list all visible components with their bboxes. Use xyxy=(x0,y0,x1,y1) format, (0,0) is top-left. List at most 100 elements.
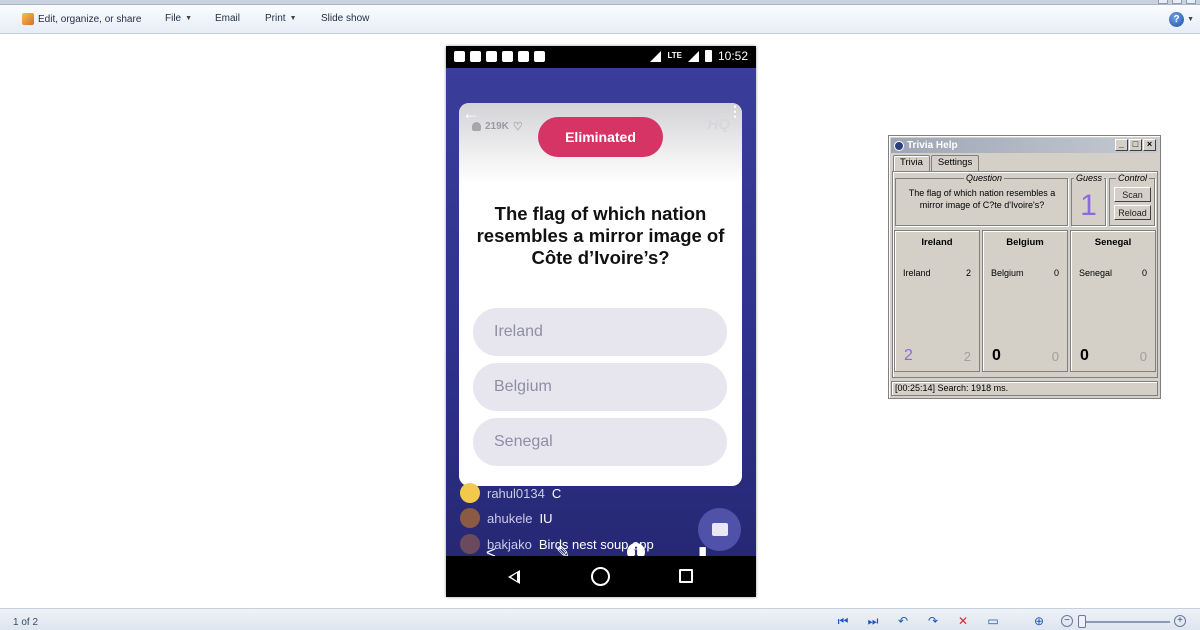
nav-back-icon[interactable] xyxy=(508,570,520,584)
android-nav-bar xyxy=(446,556,756,597)
cell-signal-icon xyxy=(687,50,699,62)
facebook-icon xyxy=(486,51,497,62)
email-label: Email xyxy=(215,13,241,24)
zoom-slider-thumb[interactable] xyxy=(1078,615,1086,628)
chat-username: ahukele xyxy=(487,510,533,526)
chat-message: ahukele IU xyxy=(460,508,553,528)
android-icon xyxy=(534,51,545,62)
hit-count: 2 xyxy=(965,268,971,278)
system-status: LTE 10:52 xyxy=(650,49,748,63)
person-icon xyxy=(472,122,481,131)
hit-count: 0 xyxy=(1053,268,1059,278)
print-label: Print xyxy=(265,13,286,24)
email-button[interactable]: Email xyxy=(215,13,240,24)
caret-down-icon: ▼ xyxy=(185,15,193,22)
answer-hit-line: Ireland 2 xyxy=(903,268,971,278)
guess-group-label: Guess xyxy=(1074,173,1105,183)
rotate-left-icon[interactable]: ↶ xyxy=(896,614,910,628)
question-group-label: Question xyxy=(964,173,1005,183)
answer-subscore: 0 xyxy=(1051,349,1059,364)
question-card: ← ⋮ 219K ♡ HQ Eliminated The flag of whi… xyxy=(459,103,742,486)
eliminated-badge: Eliminated xyxy=(538,117,663,157)
minimize-button[interactable]: _ xyxy=(1115,139,1128,151)
nav-home-icon[interactable] xyxy=(591,567,610,586)
avatar xyxy=(460,508,480,528)
reload-button[interactable]: Reload xyxy=(1114,205,1151,220)
trivia-tab-panel: Question The flag of which nation resemb… xyxy=(892,171,1158,378)
answer-subscore: 0 xyxy=(1139,349,1147,364)
tab-trivia[interactable]: Trivia xyxy=(893,155,930,171)
phone-screenshot: LTE 10:52 ← ⋮ 219K ♡ HQ Eliminated The f… xyxy=(446,46,756,597)
zoom-slider-track[interactable] xyxy=(1078,621,1170,623)
answer-option[interactable]: Ireland xyxy=(473,308,727,356)
maximize-icon[interactable] xyxy=(1172,0,1182,4)
rotate-right-icon[interactable]: ↷ xyxy=(926,614,940,628)
answer-column: Senegal Senegal 0 0 0 xyxy=(1070,230,1156,372)
minimize-icon[interactable] xyxy=(1158,0,1168,4)
viewer-count-value: 219K xyxy=(485,121,509,132)
battery-icon xyxy=(704,50,712,62)
network-type: LTE xyxy=(667,51,682,60)
guess-value: 1 xyxy=(1080,189,1097,222)
tab-settings[interactable]: Settings xyxy=(930,155,980,171)
print-menu[interactable]: Print ▼ xyxy=(265,13,297,24)
zoom-out-icon[interactable]: − xyxy=(1061,615,1073,627)
hit-label: Senegal xyxy=(1079,268,1113,278)
photo-gallery-toolbar: Edit, organize, or share File ▼ Email Pr… xyxy=(0,5,1200,34)
delete-icon[interactable]: ✕ xyxy=(956,614,970,628)
hq-logo: HQ xyxy=(707,116,731,133)
file-menu-label: File xyxy=(165,13,182,24)
answer-option[interactable]: Belgium xyxy=(473,363,727,411)
close-icon[interactable] xyxy=(1186,0,1196,4)
window-titlebar[interactable]: Trivia Help _ □ × xyxy=(891,138,1158,153)
zoom-in-icon[interactable]: + xyxy=(1174,615,1186,627)
edit-organize-share-menu[interactable]: Edit, organize, or share xyxy=(22,13,141,25)
more-options-icon[interactable]: ⋮ xyxy=(728,103,742,120)
answer-option[interactable]: Senegal xyxy=(473,418,727,466)
photo-gallery-icon xyxy=(22,13,34,25)
avatar xyxy=(460,483,480,503)
answer-hit-line: Senegal 0 xyxy=(1079,268,1147,278)
message-icon xyxy=(454,51,465,62)
chat-text: C xyxy=(551,485,562,501)
help-caret-icon[interactable]: ▼ xyxy=(1187,16,1194,23)
next-icon[interactable]: ⏭ xyxy=(866,614,880,628)
slide-show-label: Slide show xyxy=(321,13,370,24)
slideshow-icon[interactable]: ▭ xyxy=(986,614,1000,628)
answer-subscore: 2 xyxy=(963,349,971,364)
chat-message: rahul0134 C xyxy=(460,483,561,503)
scan-button[interactable]: Scan xyxy=(1114,187,1151,202)
answer-score: 2 xyxy=(904,347,913,364)
nav-recents-icon[interactable] xyxy=(679,569,693,583)
previous-icon[interactable]: ⏮ xyxy=(836,614,850,628)
avatar xyxy=(460,534,480,554)
guess-group: Guess 1 xyxy=(1071,173,1106,226)
chat-bubble-icon xyxy=(711,523,728,536)
hit-label: Ireland xyxy=(903,268,931,278)
question-group: Question The flag of which nation resemb… xyxy=(895,173,1068,226)
gallery-bottom-bar: 1 of 2 ⏮ ⏭ ↶ ↷ ✕ ▭ ⊕ − + xyxy=(0,608,1200,630)
fit-size-icon[interactable]: ⊕ xyxy=(1032,614,1046,628)
answer-score: 0 xyxy=(992,347,1001,364)
trivia-help-window: Trivia Help _ □ × Trivia Settings Questi… xyxy=(888,135,1161,399)
answer-column: Belgium Belgium 0 0 0 xyxy=(982,230,1068,372)
android-status-bar: LTE 10:52 xyxy=(446,46,756,68)
close-button[interactable]: × xyxy=(1143,139,1156,151)
control-group: Control Scan Reload xyxy=(1109,173,1155,226)
heart-icon[interactable]: ♡ xyxy=(513,120,523,133)
app-icon xyxy=(894,140,904,151)
chat-icon xyxy=(470,51,481,62)
maximize-button[interactable]: □ xyxy=(1129,139,1142,151)
answer-header: Senegal xyxy=(1094,237,1132,248)
status-bar: [00:25:14] Search: 1918 ms. xyxy=(891,381,1158,396)
answer-hit-line: Belgium 0 xyxy=(991,268,1059,278)
tab-strip: Trivia Settings xyxy=(893,155,980,171)
answer-score: 0 xyxy=(1080,347,1089,364)
question-text: The flag of which nation resembles a mir… xyxy=(476,203,725,268)
answer-header: Ireland xyxy=(921,237,953,248)
file-menu[interactable]: File ▼ xyxy=(165,13,192,24)
slide-show-button[interactable]: Slide show xyxy=(321,13,369,24)
viewer-count: 219K ♡ xyxy=(472,120,523,133)
hit-count: 0 xyxy=(1141,268,1147,278)
help-icon[interactable]: ? xyxy=(1169,12,1184,27)
